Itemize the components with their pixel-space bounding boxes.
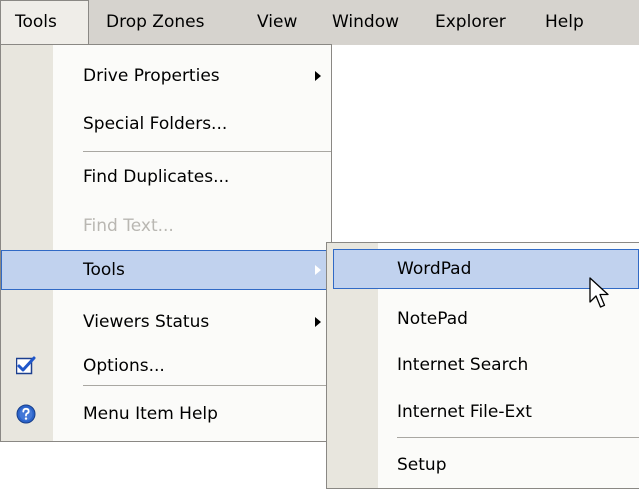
help-icon	[16, 404, 36, 424]
submenu-item-label: Internet Search	[397, 355, 529, 375]
menu-item-menu-item-help[interactable]: Menu Item Help	[1, 395, 331, 433]
menubar-view[interactable]: View	[257, 0, 297, 45]
menu-item-label: Drive Properties	[83, 66, 220, 86]
submenu-arrow-icon	[315, 71, 321, 81]
menu-item-drive-properties[interactable]: Drive Properties	[1, 57, 331, 95]
menu-item-viewers-status[interactable]: Viewers Status	[1, 303, 331, 341]
menubar-view-label: View	[257, 12, 298, 32]
menu-item-label: Special Folders...	[83, 114, 228, 134]
submenu-arrow-icon	[315, 317, 321, 327]
menubar-drop-zones[interactable]: Drop Zones	[106, 0, 204, 45]
menu-bar: Tools Drop Zones View Window Explorer He…	[0, 0, 639, 45]
submenu-item-setup[interactable]: Setup	[327, 446, 639, 484]
menu-item-label: Options...	[83, 356, 165, 376]
menubar-explorer-label: Explorer	[435, 12, 506, 32]
menu-item-label: Find Text...	[83, 216, 174, 236]
menu-item-special-folders[interactable]: Special Folders...	[1, 105, 331, 143]
menu-separator	[83, 151, 331, 152]
arrow-cursor-icon	[589, 277, 609, 308]
menubar-drop-zones-label: Drop Zones	[106, 12, 205, 32]
tools-menu: Drive Properties Special Folders... Find…	[0, 44, 332, 442]
menu-item-label: Tools	[83, 260, 125, 280]
menu-item-find-duplicates[interactable]: Find Duplicates...	[1, 158, 331, 196]
menu-item-label: Viewers Status	[83, 312, 210, 332]
submenu-item-label: Internet File-Ext	[397, 402, 532, 422]
submenu-arrow-icon	[315, 265, 321, 275]
menu-item-options[interactable]: Options...	[1, 347, 331, 385]
menu-item-label: Menu Item Help	[83, 404, 218, 424]
menubar-help-label: Help	[545, 12, 584, 32]
submenu-item-internet-file-ext[interactable]: Internet File-Ext	[327, 393, 639, 431]
submenu-item-label: WordPad	[397, 259, 472, 279]
menubar-window-label: Window	[332, 12, 400, 32]
menubar-explorer[interactable]: Explorer	[435, 0, 506, 45]
menubar-tools-label: Tools	[15, 12, 57, 32]
menubar-tools[interactable]: Tools	[0, 0, 89, 45]
menu-item-label: Find Duplicates...	[83, 167, 230, 187]
menubar-window[interactable]: Window	[332, 0, 399, 45]
menubar-help[interactable]: Help	[545, 0, 584, 45]
menu-separator	[397, 437, 639, 438]
submenu-item-label: NotePad	[397, 309, 468, 329]
submenu-item-internet-search[interactable]: Internet Search	[327, 346, 639, 384]
submenu-item-label: Setup	[397, 455, 447, 475]
checkmark-icon	[16, 356, 36, 375]
menu-item-find-text: Find Text...	[1, 207, 331, 245]
menu-separator	[83, 385, 331, 386]
menu-item-tools[interactable]: Tools	[1, 250, 332, 290]
